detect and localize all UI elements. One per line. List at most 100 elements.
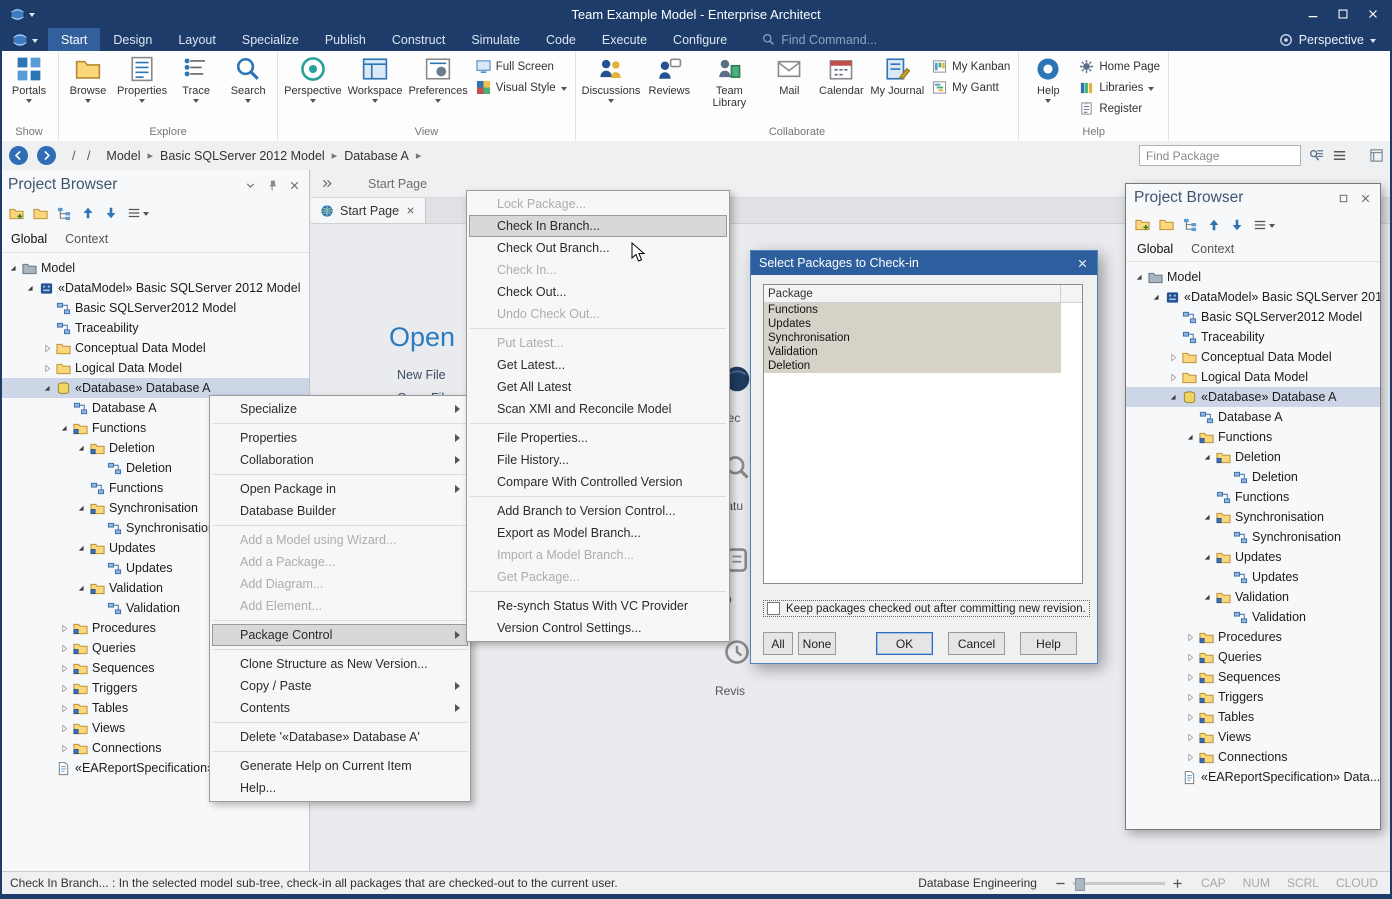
tree-expander[interactable] (57, 643, 71, 654)
ribbon-tab-publish[interactable]: Publish (312, 28, 379, 51)
tree-expander[interactable] (1166, 372, 1180, 383)
tree-expander[interactable] (57, 663, 71, 674)
browser-menu-button[interactable] (1253, 218, 1275, 232)
tree-item-synchronisation[interactable]: Synchronisation (1126, 507, 1380, 527)
preferences-button[interactable]: Preferences (405, 52, 470, 123)
ribbon-tab-design[interactable]: Design (100, 28, 165, 51)
tree-expander[interactable] (40, 383, 54, 394)
menu-item-delete-database-database-a[interactable]: Delete '«Database» Database A' (212, 726, 468, 748)
browse-button[interactable]: Browse (62, 52, 114, 123)
tree-expander[interactable] (6, 263, 20, 274)
tree-expander[interactable] (74, 583, 88, 594)
close-icon[interactable] (1076, 257, 1089, 270)
tree-item-database-database-a[interactable]: «Database» Database A (1126, 387, 1380, 407)
menu-item-export-as-model-branch[interactable]: Export as Model Branch... (469, 522, 727, 544)
find-package-input[interactable] (1139, 145, 1301, 166)
ribbon-tab-start[interactable]: Start (48, 28, 100, 51)
tree-expander[interactable] (1183, 672, 1197, 683)
tree-item-model[interactable]: Model (1126, 267, 1380, 287)
calendar-button[interactable]: Calendar (815, 52, 867, 123)
team-library-button[interactable]: Team Library (695, 52, 763, 123)
menu-item-add-branch-to-version-control[interactable]: Add Branch to Version Control... (469, 500, 727, 522)
tree-expander[interactable] (1183, 632, 1197, 643)
ribbon-tab-simulate[interactable]: Simulate (458, 28, 533, 51)
tree-item-updates[interactable]: Updates (1126, 547, 1380, 567)
close-button[interactable] (1362, 4, 1384, 24)
menu-item-package-control[interactable]: Package Control (212, 624, 468, 646)
menu-item-help[interactable]: Help... (212, 777, 468, 799)
menu-item-get-all-latest[interactable]: Get All Latest (469, 376, 727, 398)
perspective-button[interactable]: Perspective (1279, 28, 1376, 51)
tree-item-datamodel-basic-sqlserver-2012-model[interactable]: «DataModel» Basic SQLServer 2012 Model (0, 278, 309, 298)
visual-style-button[interactable]: Visual Style (476, 79, 567, 96)
menu-item-specialize[interactable]: Specialize (212, 398, 468, 420)
tree-item-basic-sqlserver2012-model[interactable]: Basic SQLServer2012 Model (1126, 307, 1380, 327)
tree-item-model[interactable]: Model (0, 258, 309, 278)
tree-item-functions[interactable]: Functions (1126, 427, 1380, 447)
hierarchy-button[interactable] (1183, 217, 1198, 232)
forward-button[interactable] (37, 146, 56, 165)
tree-item-traceability[interactable]: Traceability (1126, 327, 1380, 347)
breadcrumb-item-basic-sqlserver-2012-model[interactable]: Basic SQLServer 2012 Model (158, 149, 327, 163)
tab-global[interactable]: Global (11, 232, 47, 246)
tree-expander[interactable] (1132, 272, 1146, 283)
ribbon-tab-layout[interactable]: Layout (165, 28, 229, 51)
tree-item-validation[interactable]: Validation (1126, 587, 1380, 607)
menu-item-open-package-in[interactable]: Open Package in (212, 478, 468, 500)
chevron-down-icon[interactable] (244, 179, 257, 192)
ribbon-tab-configure[interactable]: Configure (660, 28, 740, 51)
tree-expander[interactable] (1200, 452, 1214, 463)
tree-item-conceptual-data-model[interactable]: Conceptual Data Model (0, 338, 309, 358)
window-list-icon[interactable] (1369, 148, 1384, 163)
zoom-slider[interactable] (1073, 882, 1165, 885)
tree-expander[interactable] (57, 683, 71, 694)
close-icon[interactable] (1359, 192, 1372, 205)
tree-expander[interactable] (1183, 752, 1197, 763)
tree-expander[interactable] (23, 283, 37, 294)
move-down-button[interactable] (1230, 218, 1244, 232)
zoom-out-icon[interactable] (1054, 877, 1067, 890)
tree-item-traceability[interactable]: Traceability (0, 318, 309, 338)
ribbon-tab-construct[interactable]: Construct (379, 28, 459, 51)
tree-expander[interactable] (1149, 292, 1163, 303)
tree-item-deletion[interactable]: Deletion (1126, 467, 1380, 487)
tree-expander[interactable] (1183, 432, 1197, 443)
tree-item-views[interactable]: Views (1126, 727, 1380, 747)
workspace-button[interactable]: Workspace (345, 52, 406, 123)
help-button[interactable]: Help (1020, 632, 1077, 655)
mail-button[interactable]: Mail (763, 52, 815, 123)
properties-button[interactable]: Properties (114, 52, 170, 123)
my-journal-button[interactable]: My Journal (867, 52, 927, 123)
menu-item-check-out[interactable]: Check Out... (469, 281, 727, 303)
package-row-deletion[interactable]: Deletion (764, 359, 1061, 373)
help-button[interactable]: Help (1022, 52, 1074, 123)
tree-item-deletion[interactable]: Deletion (1126, 447, 1380, 467)
libraries-button[interactable]: Libraries (1079, 79, 1160, 96)
tree-item-logical-data-model[interactable]: Logical Data Model (1126, 367, 1380, 387)
column-header-package[interactable]: Package (764, 285, 1061, 302)
move-up-button[interactable] (81, 206, 95, 220)
tree-item-functions[interactable]: Functions (1126, 487, 1380, 507)
ok-button[interactable]: OK (876, 632, 933, 655)
ribbon-tab-execute[interactable]: Execute (589, 28, 660, 51)
back-button[interactable] (9, 146, 28, 165)
maximize-button[interactable] (1332, 4, 1354, 24)
breadcrumb-item-database-a[interactable]: Database A (342, 149, 411, 163)
tree-item-database-a[interactable]: Database A (1126, 407, 1380, 427)
menu-icon[interactable] (1332, 148, 1347, 163)
tab-context[interactable]: Context (65, 232, 108, 246)
menu-item-generate-help-on-current-item[interactable]: Generate Help on Current Item (212, 755, 468, 777)
close-icon[interactable] (405, 205, 416, 216)
menu-item-collaboration[interactable]: Collaboration (212, 449, 468, 471)
tree-expander[interactable] (57, 623, 71, 634)
tree-item-queries[interactable]: Queries (1126, 647, 1380, 667)
tree-expander[interactable] (57, 723, 71, 734)
tree-expander[interactable] (40, 343, 54, 354)
search-list-icon[interactable] (1309, 148, 1324, 163)
menu-item-copy-paste[interactable]: Copy / Paste (212, 675, 468, 697)
tree-expander[interactable] (1183, 692, 1197, 703)
menu-item-check-in-branch[interactable]: Check In Branch... (469, 215, 727, 237)
menu-item-properties[interactable]: Properties (212, 427, 468, 449)
tree-expander[interactable] (1166, 352, 1180, 363)
tab-global[interactable]: Global (1137, 242, 1173, 256)
